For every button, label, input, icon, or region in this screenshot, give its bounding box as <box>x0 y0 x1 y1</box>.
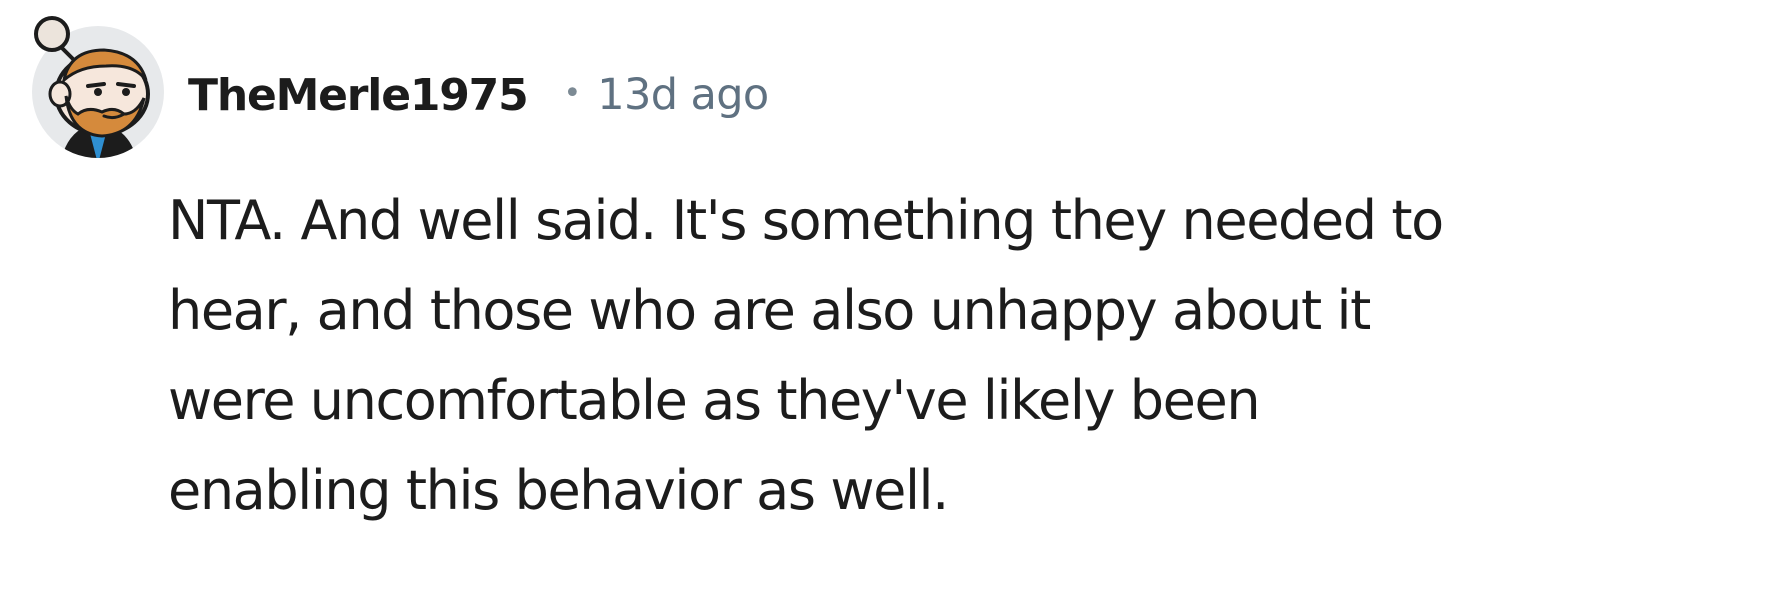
username-link[interactable]: TheMerle1975 <box>188 70 529 121</box>
comment-line: were uncomfortable as they've likely bee… <box>168 369 1261 432</box>
timestamp[interactable]: 13d ago <box>597 70 769 120</box>
comment-body: NTA. And well said. It's something they … <box>168 176 1588 536</box>
comment-header: TheMerle1975 • 13d ago <box>188 62 769 128</box>
comment: TheMerle1975 • 13d ago NTA. And well sai… <box>0 0 1766 596</box>
avatar[interactable] <box>30 14 166 160</box>
comment-line: enabling this behavior as well. <box>168 459 949 522</box>
comment-line: hear, and those who are also unhappy abo… <box>168 279 1371 342</box>
comment-line: NTA. And well said. It's something they … <box>168 189 1444 252</box>
separator-dot: • <box>563 75 582 111</box>
reddit-snoo-avatar-icon <box>32 16 164 158</box>
